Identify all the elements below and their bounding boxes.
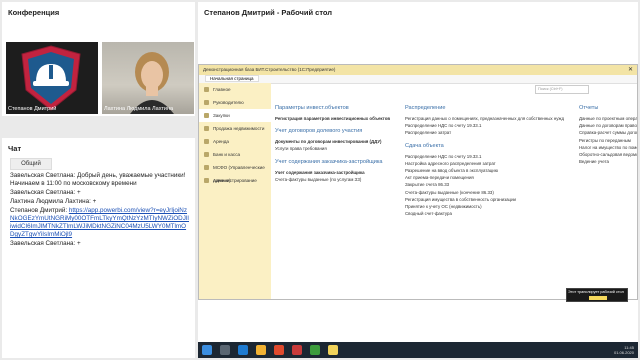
menu-link[interactable]: Счета-фактуры выданные (по услугам ЗЗ) — [275, 176, 399, 183]
menu-link[interactable]: Распределение НДС по счету 19.33.1 — [405, 153, 573, 160]
excel-icon[interactable] — [310, 345, 320, 355]
stop-share-button[interactable] — [589, 296, 607, 300]
folder-icon[interactable] — [256, 345, 266, 355]
sidebar-item-rent[interactable]: Аренда — [199, 135, 271, 148]
menu-link[interactable]: Налог на имущество по помещениям — [579, 144, 637, 151]
menu-link[interactable]: Услуги права требования — [275, 145, 399, 152]
system-tray: 11:45 01.06.2020 — [614, 345, 634, 355]
desktop-panel: Степанов Дмитрий - Рабочий стол Демонстр… — [198, 2, 638, 358]
menu-link[interactable]: Распределение затрат — [405, 129, 573, 136]
search-input[interactable]: Поиск (Ctrl+F) — [535, 85, 589, 94]
chat-message: Степанов Дмитрий: https://app.powerbi.co… — [10, 207, 190, 239]
chrome-icon[interactable] — [274, 345, 284, 355]
app-titlebar: Демонстрационная база БИТ.Строительство … — [199, 65, 637, 75]
chat-message: Завельская Светлана: Добрый день, уважае… — [10, 172, 186, 187]
menu-link[interactable]: Регистры по переданным — [579, 137, 637, 144]
menu-link[interactable]: Регистрация параметров инвестиционных об… — [275, 115, 399, 122]
menu-link[interactable]: Документы по договорам инвестирования (Д… — [275, 138, 399, 145]
sidebar-item-bank[interactable]: Банк и касса — [199, 148, 271, 161]
menu-link[interactable]: Сводный счет-фактура — [405, 210, 573, 217]
menu-link[interactable]: Принятие к учету ОС (недвижимость) — [405, 203, 573, 210]
conference-panel: Конференция Степанов Дмитрий Лахтина Люд… — [2, 2, 195, 116]
app-icon[interactable] — [292, 345, 302, 355]
desktop-title: Степанов Дмитрий - Рабочий стол — [204, 8, 333, 17]
menu-link[interactable]: Данные по проектным операциям — [579, 115, 637, 122]
chat-messages: Завельская Светлана: Добрый день, уважае… — [10, 172, 190, 249]
chat-message-author: Степанов Дмитрий: — [10, 207, 69, 214]
section-reports: Отчеты Данные по проектным операциям Дан… — [579, 105, 637, 165]
screen-share-notice: Этот транслирует рабочий стол — [566, 288, 628, 302]
menu-link[interactable]: Счета-фактуры выданные (кончение 86.33) — [405, 189, 573, 196]
section-heading: Учет договоров долевого участия — [275, 128, 363, 135]
menu-link[interactable]: Закрытие счета 86.33 — [405, 181, 573, 188]
section-heading: Параметры инвест.объектов — [275, 105, 349, 111]
menu-link[interactable]: Ведение учета — [579, 158, 637, 165]
sidebar-item-manager[interactable]: Руководителю — [199, 96, 271, 109]
chat-tab-general[interactable]: Общий — [10, 158, 52, 170]
tab-home[interactable]: Начальная страница — [205, 75, 259, 82]
tray-date: 01.06.2020 — [613, 350, 634, 355]
video-grid: Степанов Дмитрий Лахтина Людмила Лахтина — [6, 42, 194, 114]
menu-link[interactable]: Распределение НДС по счету 19.33.1 — [405, 122, 573, 129]
sidebar-item-admin[interactable]: Администрирование — [199, 174, 271, 187]
taskbar: 11:45 01.06.2020 — [198, 342, 638, 358]
sidebar-item-purchases[interactable]: Закупки — [199, 109, 271, 122]
chat-message: Завельская Светлана: + — [10, 240, 81, 247]
menu-link[interactable]: Разрешение на ввод объекта в эксплуатаци… — [405, 167, 573, 174]
section-heading: Учет содержания заказчика-застройщика — [275, 158, 383, 165]
menu-link[interactable]: Регистрация имущества в собственность ор… — [405, 196, 573, 203]
chat-title: Чат — [8, 144, 22, 153]
windows-start-icon[interactable] — [202, 345, 212, 355]
section-heading: Распределение — [405, 105, 446, 111]
section-investments: Параметры инвест.объектов Регистрация па… — [275, 105, 399, 183]
menu-link[interactable]: Данные по договорам право требования — [579, 122, 637, 129]
sidebar: Главное Руководителю Закупки Продажа нед… — [199, 83, 271, 299]
conference-title: Конференция — [8, 8, 60, 17]
chat-message: Завельская Светлана: + — [10, 189, 81, 196]
window-icon[interactable] — [220, 345, 230, 355]
browser-icon[interactable] — [238, 345, 248, 355]
app-title: Демонстрационная база БИТ.Строительство … — [203, 67, 336, 72]
helmet-logo-icon — [21, 45, 81, 111]
participant-photo — [130, 52, 174, 114]
1c-icon[interactable] — [328, 345, 338, 355]
participant-name: Лахтина Людмила Лахтина — [104, 106, 174, 112]
sidebar-item-main[interactable]: Главное — [199, 83, 271, 96]
section-heading: Сдача объекта — [405, 142, 444, 149]
sidebar-item-sales[interactable]: Продажа недвижимости — [199, 122, 271, 135]
menu-link[interactable]: Настройка адресного распределения затрат — [405, 160, 573, 167]
video-tile[interactable]: Степанов Дмитрий — [6, 42, 98, 114]
close-icon[interactable]: ✕ — [628, 65, 633, 75]
menu-link[interactable]: Справка-расчет суммы договора — [579, 129, 637, 136]
app-window: Демонстрационная база БИТ.Строительство … — [198, 64, 638, 300]
menu-link[interactable]: Оборотно-сальдовая ведомость — [579, 151, 637, 158]
participant-name: Степанов Дмитрий — [8, 106, 57, 112]
menu-link[interactable]: Учет содержания заказчика-застройщика — [275, 169, 399, 176]
menu-link[interactable]: Акт приема-передачи помещения — [405, 174, 573, 181]
sidebar-item-ifrs[interactable]: МСФО (Управленческие данные) — [199, 161, 271, 183]
chat-message: Лахтина Людмила Лахтина: + — [10, 198, 97, 205]
chat-panel: Чат Общий Завельская Светлана: Добрый де… — [2, 138, 195, 358]
section-distribution: Распределение Регистрация данных о помещ… — [405, 105, 573, 217]
screen-share-text: Этот транслирует рабочий стол — [568, 290, 624, 294]
video-tile[interactable]: Лахтина Людмила Лахтина — [102, 42, 194, 114]
section-heading: Отчеты — [579, 105, 599, 111]
menu-link[interactable]: Регистрация данных о помещениях, предназ… — [405, 115, 573, 122]
